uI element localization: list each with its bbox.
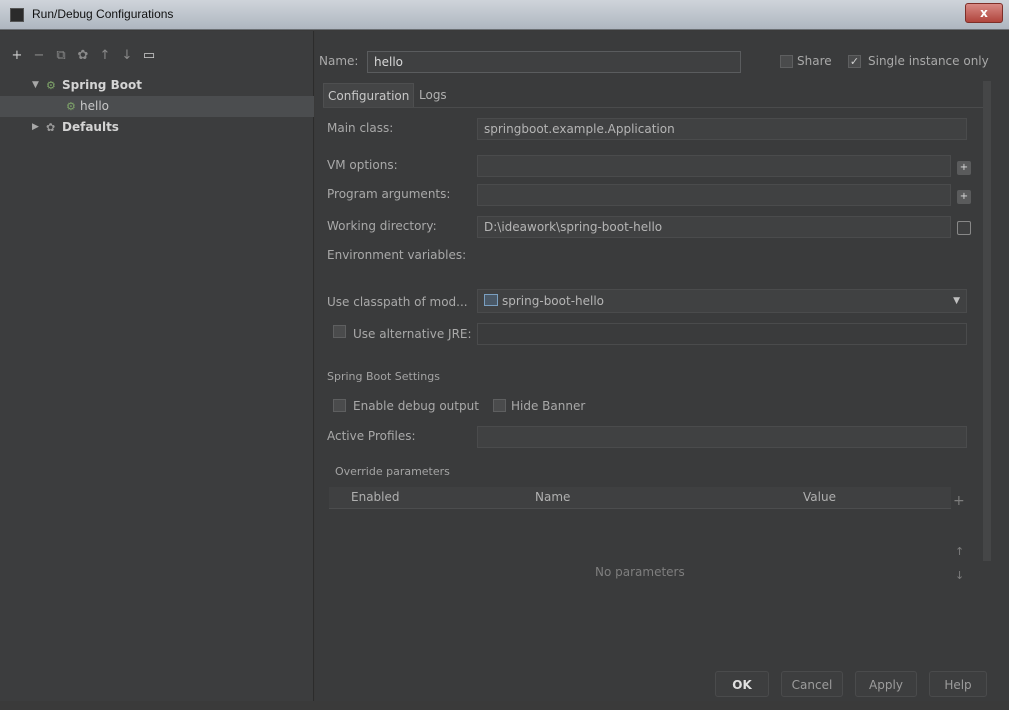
spring-boot-settings-title: Spring Boot Settings bbox=[327, 370, 440, 383]
tree-item-label: hello bbox=[80, 99, 109, 113]
ok-button[interactable]: OK bbox=[715, 671, 769, 697]
hide-banner-label: Hide Banner bbox=[511, 399, 586, 413]
browse-folder-icon[interactable] bbox=[957, 221, 971, 235]
no-parameters-message: No parameters bbox=[595, 565, 685, 579]
configurations-panel: + − ⧉ ✿ ↑ ↓ ▭ ▼ ⚙ Spring Boot ⚙ hello ▶ … bbox=[0, 31, 314, 701]
collapsed-arrow-icon[interactable]: ▶ bbox=[32, 117, 39, 138]
alternative-jre-checkbox[interactable] bbox=[333, 325, 346, 338]
vm-options-label: VM options: bbox=[327, 158, 398, 172]
tree-item-label: Defaults bbox=[62, 120, 119, 134]
folder-icon[interactable]: ▭ bbox=[142, 49, 156, 63]
chevron-down-icon: ▼ bbox=[953, 296, 960, 306]
active-profiles-label: Active Profiles: bbox=[327, 429, 416, 443]
override-parameters-table-header: Enabled Name Value bbox=[329, 487, 951, 509]
tree-item-label: Spring Boot bbox=[62, 78, 142, 92]
config-tree: ▼ ⚙ Spring Boot ⚙ hello ▶ ✿ Defaults bbox=[0, 75, 314, 138]
column-value[interactable]: Value bbox=[803, 490, 836, 504]
window-title-bar: Run/Debug Configurations x bbox=[0, 0, 1009, 30]
override-parameters-title: Override parameters bbox=[335, 465, 450, 478]
minus-icon[interactable]: − bbox=[32, 49, 46, 63]
classpath-module-select[interactable]: spring-boot-hello ▼ bbox=[477, 289, 967, 313]
close-button[interactable]: x bbox=[965, 3, 1003, 23]
classpath-module-value: spring-boot-hello bbox=[502, 294, 605, 308]
environment-variables-label: Environment variables: bbox=[327, 248, 467, 262]
alternative-jre-label: Use alternative JRE: bbox=[353, 327, 472, 341]
window-title: Run/Debug Configurations bbox=[32, 7, 174, 21]
share-label: Share bbox=[797, 54, 832, 68]
debug-output-checkbox[interactable] bbox=[333, 399, 346, 412]
expanded-arrow-icon[interactable]: ▼ bbox=[32, 75, 39, 96]
tree-item-hello[interactable]: ⚙ hello bbox=[0, 96, 314, 117]
move-up-icon[interactable]: ↑ bbox=[955, 545, 964, 558]
cancel-button[interactable]: Cancel bbox=[781, 671, 843, 697]
move-up-icon[interactable]: ↑ bbox=[98, 49, 112, 63]
expand-icon[interactable]: + bbox=[957, 161, 971, 175]
main-class-field[interactable]: springboot.example.Application bbox=[477, 118, 967, 140]
single-instance-checkbox[interactable]: ✓ bbox=[848, 55, 861, 68]
share-checkbox[interactable] bbox=[780, 55, 793, 68]
working-directory-label: Working directory: bbox=[327, 219, 437, 233]
move-down-icon[interactable]: ↓ bbox=[120, 49, 134, 63]
spring-boot-icon: ⚙ bbox=[46, 79, 56, 92]
name-input[interactable]: hello bbox=[367, 51, 741, 73]
plus-icon[interactable]: + bbox=[10, 49, 24, 63]
vm-options-field[interactable] bbox=[477, 155, 951, 177]
debug-output-label: Enable debug output bbox=[353, 399, 479, 413]
active-profiles-field[interactable] bbox=[477, 426, 967, 448]
main-class-label: Main class: bbox=[327, 121, 394, 135]
copy-icon[interactable]: ⧉ bbox=[54, 49, 68, 63]
tree-item-spring-boot[interactable]: ▼ ⚙ Spring Boot bbox=[0, 75, 314, 96]
config-toolbar: + − ⧉ ✿ ↑ ↓ ▭ bbox=[10, 49, 156, 63]
intellij-icon bbox=[10, 8, 24, 22]
name-label: Name: bbox=[319, 54, 359, 68]
tab-logs[interactable]: Logs bbox=[415, 83, 451, 107]
help-button[interactable]: Help bbox=[929, 671, 987, 697]
vertical-scrollbar[interactable] bbox=[983, 81, 991, 561]
single-instance-label: Single instance only bbox=[868, 54, 989, 68]
hide-banner-checkbox[interactable] bbox=[493, 399, 506, 412]
program-arguments-label: Program arguments: bbox=[327, 187, 451, 201]
tree-item-defaults[interactable]: ▶ ✿ Defaults bbox=[0, 117, 314, 138]
apply-button[interactable]: Apply bbox=[855, 671, 917, 697]
spring-boot-config-icon: ⚙ bbox=[66, 100, 76, 113]
share-icon[interactable]: ✿ bbox=[76, 49, 90, 63]
expand-icon[interactable]: + bbox=[957, 190, 971, 204]
move-down-icon[interactable]: ↓ bbox=[955, 569, 964, 582]
column-name[interactable]: Name bbox=[535, 490, 570, 504]
tab-configuration[interactable]: Configuration bbox=[323, 83, 415, 107]
working-directory-field[interactable]: D:\ideawork\spring-boot-hello bbox=[477, 216, 951, 238]
defaults-icon: ✿ bbox=[46, 121, 56, 134]
alternative-jre-field[interactable] bbox=[477, 323, 967, 345]
module-folder-icon bbox=[484, 294, 498, 306]
environment-variables-field[interactable] bbox=[477, 245, 967, 267]
add-parameter-icon[interactable]: + bbox=[953, 493, 965, 509]
column-enabled[interactable]: Enabled bbox=[351, 490, 400, 504]
classpath-module-label: Use classpath of mod... bbox=[327, 295, 468, 309]
configuration-details: Name: hello Share ✓ Single instance only… bbox=[315, 31, 1009, 701]
program-arguments-field[interactable] bbox=[477, 184, 951, 206]
